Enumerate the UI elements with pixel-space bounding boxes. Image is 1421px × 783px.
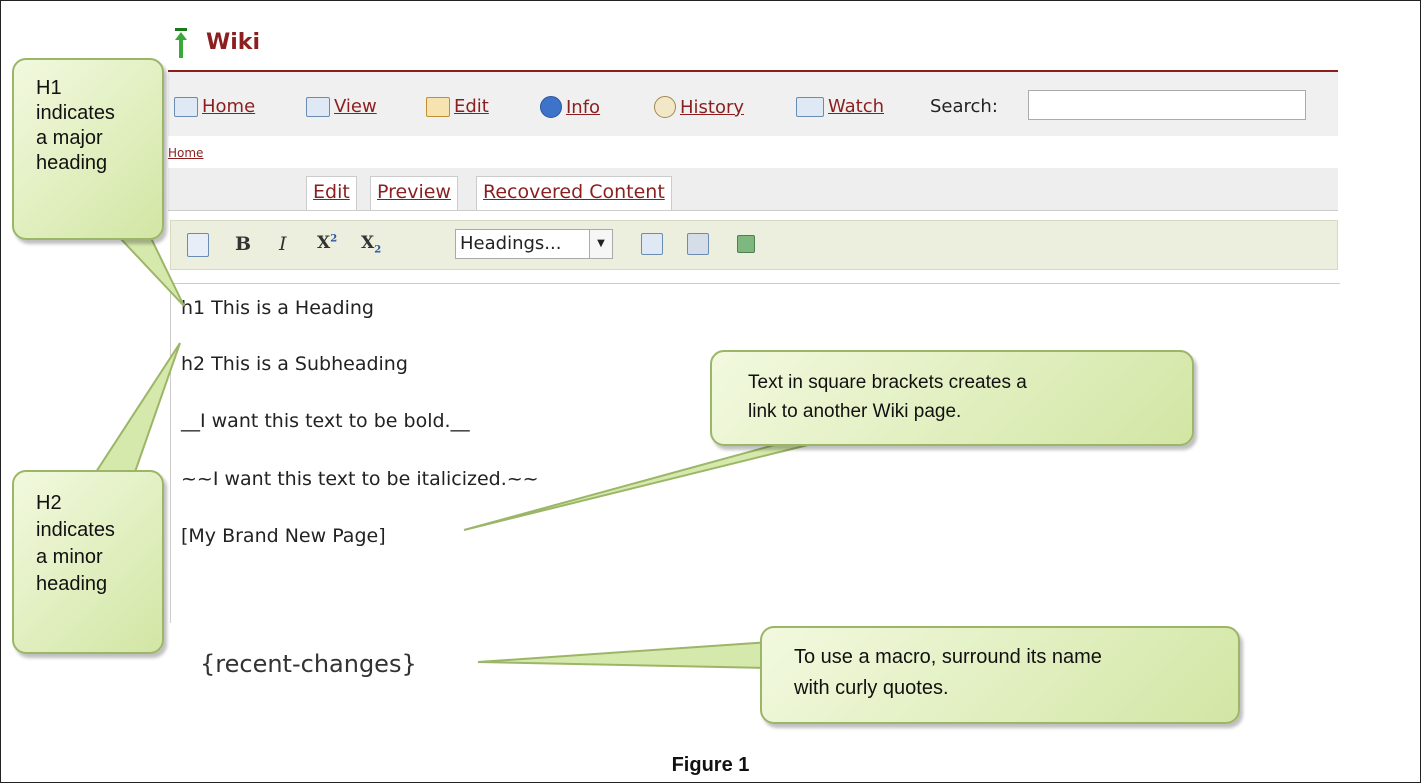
h1-callout-line: a major bbox=[36, 127, 103, 149]
h2-callout-line: heading bbox=[36, 573, 108, 595]
macro-callout-line: with curly quotes. bbox=[794, 677, 949, 699]
h2-callout-pointer bbox=[94, 342, 181, 473]
link-callout-line: link to another Wiki page. bbox=[748, 401, 962, 422]
h1-callout: H1 indicates a major heading bbox=[12, 58, 164, 240]
h1-callout-line: H1 bbox=[36, 77, 62, 99]
link-callout: Text in square brackets creates a link t… bbox=[710, 350, 1194, 446]
h1-callout-line: indicates bbox=[36, 102, 115, 124]
macro-callout-line: To use a macro, surround its name bbox=[794, 646, 1102, 668]
h2-callout: H2 indicates a minor heading bbox=[12, 470, 164, 654]
link-callout-pointer bbox=[463, 443, 813, 531]
link-callout-line: Text in square brackets creates a bbox=[748, 372, 1027, 393]
h2-callout-line: indicates bbox=[36, 519, 115, 541]
figure-caption: Figure 1 bbox=[671, 754, 750, 776]
h2-callout-line: H2 bbox=[36, 492, 62, 514]
h1-callout-pointer bbox=[117, 234, 185, 307]
macro-callout-pointer bbox=[477, 640, 771, 670]
macro-callout: To use a macro, surround its name with c… bbox=[760, 626, 1240, 724]
h1-callout-line: heading bbox=[36, 152, 108, 174]
h2-callout-line: a minor bbox=[36, 546, 103, 568]
